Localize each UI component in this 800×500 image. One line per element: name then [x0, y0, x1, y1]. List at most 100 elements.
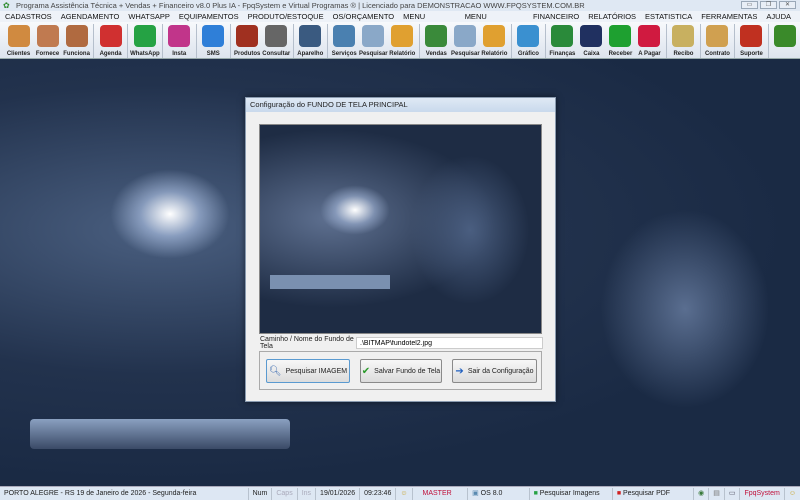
- toolbar-label: Recibo: [673, 51, 694, 57]
- toolbar-button-agenda[interactable]: Agenda: [96, 22, 125, 59]
- toolbar-label: Finanças: [549, 51, 576, 57]
- status-os: OS 8.0: [480, 489, 503, 497]
- search-image-button[interactable]: 🔍︎ Pesquisar IMAGEM: [266, 359, 350, 383]
- dollar-green-icon: [609, 25, 632, 47]
- toolbar-button-aparelho[interactable]: Aparelho: [296, 22, 325, 59]
- toolbar-separator: [544, 24, 546, 58]
- toolbar-label: Produtos: [234, 51, 261, 57]
- toolbar-button-suporte[interactable]: Suporte: [737, 22, 766, 59]
- toolbar-button-clientes[interactable]: Clientes: [4, 22, 33, 59]
- menu-ferramentas[interactable]: FERRAMENTAS: [701, 11, 762, 22]
- search-images-button[interactable]: ■ Pesquisar Imagens: [530, 487, 613, 500]
- people-icon: [65, 25, 88, 47]
- menu-agendamento[interactable]: AGENDAMENTO: [61, 11, 125, 22]
- exit-config-button[interactable]: ➔ Sair da Configuração: [452, 359, 537, 383]
- toolbar-button-produtos[interactable]: Produtos: [233, 22, 262, 59]
- menu-whatsapp[interactable]: WHATSAPP: [128, 11, 175, 22]
- toolbar-button-exit[interactable]: [771, 22, 800, 59]
- toolbar-label: SMS: [206, 51, 220, 57]
- status-date: 19/01/2026: [316, 487, 361, 500]
- toolbar-button-vendas[interactable]: Vendas: [422, 22, 451, 59]
- toolbar-button-contrato[interactable]: Contrato: [703, 22, 732, 59]
- toolbar-button-relato-rio[interactable]: Relatório: [388, 22, 417, 59]
- calendar-icon: [99, 25, 122, 47]
- toolbar-button-whatsapp[interactable]: WhatsApp: [130, 22, 160, 59]
- toolbar-button-financ-as[interactable]: Finanças: [548, 22, 577, 59]
- instagram-icon: [168, 25, 191, 47]
- toolbar-button-consultar[interactable]: Consultar: [262, 22, 291, 59]
- receipt-icon: [672, 25, 695, 47]
- toolbar-button-funciona[interactable]: Funciona: [62, 22, 91, 59]
- scroll-icon: [706, 25, 729, 47]
- cart-icon: [425, 25, 448, 47]
- toolbar-separator: [665, 24, 667, 58]
- status-user: MASTER: [413, 487, 469, 500]
- toolbar-separator: [292, 24, 294, 58]
- toolbar-button-insta[interactable]: Insta: [165, 22, 194, 59]
- magnifier-icon: 🔍︎: [268, 365, 282, 377]
- toolbar-button-recibo[interactable]: Recibo: [669, 22, 698, 59]
- status-caps: Caps: [272, 487, 298, 500]
- chart-icon: [517, 25, 540, 47]
- cashbook-icon: [580, 25, 603, 47]
- toolbar-label: Contrato: [704, 51, 730, 57]
- minimize-button[interactable]: ▭: [741, 1, 758, 9]
- toolbar-label: Vendas: [425, 51, 447, 57]
- toolbar-button-a-pagar[interactable]: A Pagar: [635, 22, 664, 59]
- printer-icon[interactable]: ▤: [709, 487, 725, 500]
- menu-equipamentos[interactable]: EQUIPAMENTOS: [179, 11, 244, 22]
- toolbar-button-receber[interactable]: Receber: [606, 22, 635, 59]
- printer-icon: [391, 25, 414, 47]
- status-location-date: PORTO ALEGRE - RS 19 de Janeiro de 2026 …: [0, 487, 249, 500]
- toolbar-button-caixa[interactable]: Caixa: [577, 22, 606, 59]
- search-pdf-button[interactable]: ■ Pesquisar PDF: [613, 487, 695, 500]
- close-button[interactable]: ✕: [779, 1, 796, 9]
- menu-menu-compras[interactable]: MENU COMPRAS: [465, 11, 529, 32]
- toolbar-separator: [161, 24, 163, 58]
- toolbar-label: Suporte: [740, 51, 763, 57]
- button-group: 🔍︎ Pesquisar IMAGEM ✔ Salvar Fundo de Tela…: [259, 351, 542, 390]
- toolbar-separator: [699, 24, 701, 58]
- search-images-label: Pesquisar Imagens: [539, 489, 600, 497]
- toolbar-button-fornece[interactable]: Fornece: [33, 22, 62, 59]
- save-background-button[interactable]: ✔ Salvar Fundo de Tela: [360, 359, 442, 383]
- menu-relat-rios[interactable]: RELATÓRIOS: [588, 11, 641, 22]
- search-pdf-label: Pesquisar PDF: [623, 489, 671, 497]
- sms-icon: [202, 25, 225, 47]
- person-icon: [36, 25, 59, 47]
- menu-produto-estoque[interactable]: PRODUTO/ESTOQUE: [248, 11, 329, 22]
- whatsapp-icon: [133, 25, 156, 47]
- toolbar-button-sms[interactable]: SMS: [199, 22, 228, 59]
- path-input[interactable]: [356, 337, 543, 349]
- toolbar-separator: [326, 24, 328, 58]
- monitor-icon[interactable]: ▭: [725, 487, 741, 500]
- toolbar-button-servic-os[interactable]: Serviços: [330, 22, 359, 59]
- menu-menu-vendas[interactable]: MENU VENDAS: [403, 11, 461, 32]
- menu-estatistica[interactable]: ESTATISTICA: [645, 11, 697, 22]
- status-ins: Ins: [298, 487, 317, 500]
- toolbar-button-gra-fico[interactable]: Gráfico: [514, 22, 543, 59]
- toolbar-button-relato-rio[interactable]: Relatório: [480, 22, 509, 59]
- status-num: Num: [249, 487, 273, 500]
- toolbar-button-pesquisar[interactable]: Pesquisar: [451, 22, 480, 59]
- users-icon: ☺: [788, 489, 796, 497]
- toolbar-label: Pesquisar: [358, 51, 388, 57]
- toolbar-button-pesquisar[interactable]: Pesquisar: [359, 22, 388, 59]
- dialog-title: Configuração do FUNDO DE TELA PRINCIPAL: [246, 98, 555, 112]
- app-icon: ✿: [3, 1, 10, 10]
- restore-button[interactable]: ❐: [760, 1, 777, 9]
- menu-os-or-amento[interactable]: OS/ORÇAMENTO: [333, 11, 400, 22]
- web-icon[interactable]: ◉: [694, 487, 710, 500]
- status-time: 09:23:46: [360, 487, 397, 500]
- toolbar-label: Serviços: [331, 51, 357, 57]
- arrow-right-circle-icon: ➔: [455, 365, 464, 377]
- products-icon: [236, 25, 259, 47]
- people-icon: [7, 25, 30, 47]
- toolbar-label: Clientes: [6, 51, 31, 57]
- menu-ajuda[interactable]: AJUDA: [766, 11, 796, 22]
- finance-icon: [551, 25, 574, 47]
- menu-financeiro[interactable]: FINANCEIRO: [533, 11, 584, 22]
- status-brand: FpqSystem: [740, 487, 785, 500]
- menu-cadastros[interactable]: CADASTROS: [5, 11, 57, 22]
- toolbar-separator: [93, 24, 95, 58]
